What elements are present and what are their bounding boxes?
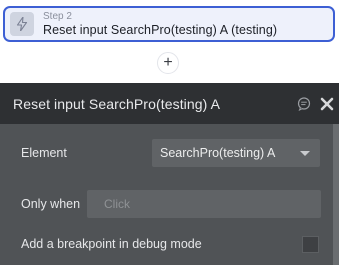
workflow-step-card[interactable]: Step 2 Reset input SearchPro(testing) A … (3, 6, 335, 42)
element-dropdown[interactable]: SearchPro(testing) A (152, 139, 320, 167)
step-number: Step 2 (43, 10, 72, 22)
workflow-editor: Step 2 Reset input SearchPro(testing) A … (0, 0, 339, 265)
panel-title: Reset input SearchPro(testing) A (13, 95, 221, 112)
panel-scrollbar[interactable] (333, 124, 339, 265)
panel-header: Reset input SearchPro(testing) A (0, 83, 339, 124)
comment-icon[interactable] (297, 97, 311, 111)
step-icon-box (10, 12, 34, 36)
only-when-label: Only when (21, 197, 81, 211)
plus-icon: + (163, 54, 173, 71)
element-label: Element (21, 146, 67, 160)
only-when-placeholder: Click (104, 197, 130, 211)
chevron-down-icon (300, 151, 310, 156)
only-when-input[interactable]: Click (87, 190, 321, 218)
element-dropdown-value: SearchPro(testing) A (160, 146, 276, 160)
close-icon[interactable] (320, 97, 334, 111)
step-texts: Step 2 Reset input SearchPro(testing) A … (43, 10, 278, 37)
lightning-bolt-icon (16, 17, 28, 31)
breakpoint-label: Add a breakpoint in debug mode (21, 237, 202, 251)
add-step-button[interactable]: + (157, 52, 179, 74)
step-title: Reset input SearchPro(testing) A (testin… (43, 22, 278, 37)
breakpoint-checkbox[interactable] (302, 236, 319, 253)
